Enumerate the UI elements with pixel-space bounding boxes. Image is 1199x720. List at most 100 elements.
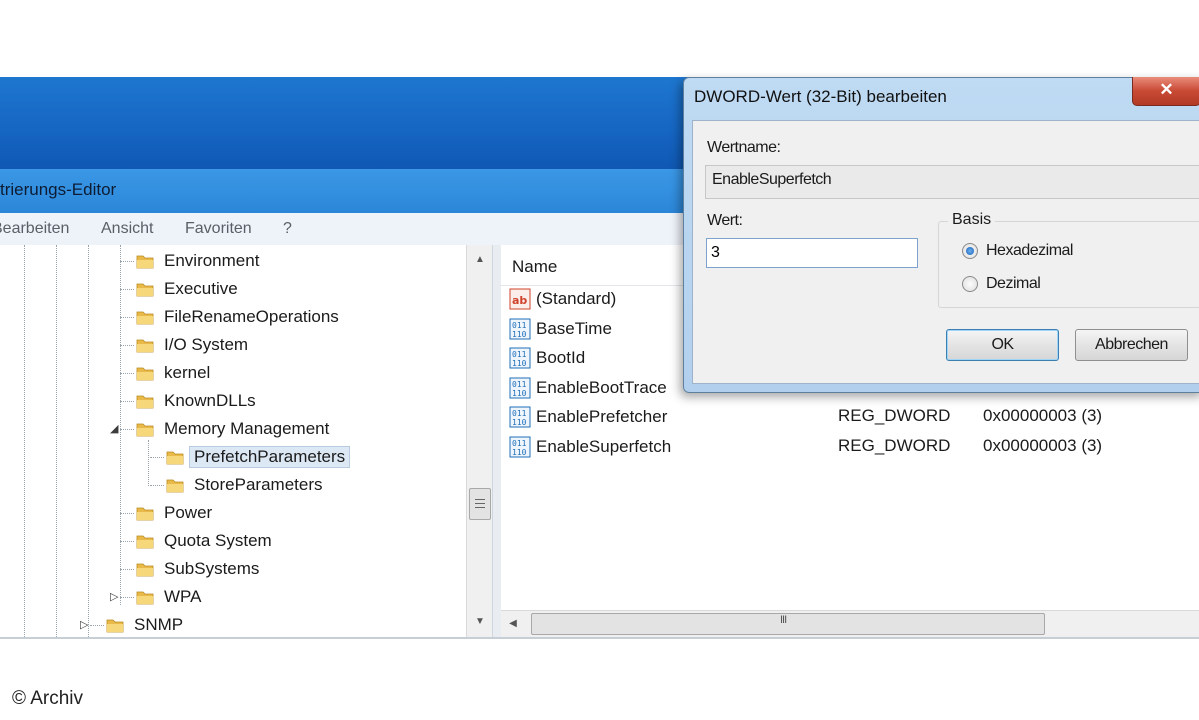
decimal-radio[interactable] bbox=[962, 276, 978, 292]
row-data: 0x00000003 (3) bbox=[983, 436, 1103, 455]
folder-icon bbox=[136, 308, 154, 326]
string-value-icon: ab bbox=[509, 288, 531, 310]
tree-item[interactable]: KnownDLLs bbox=[136, 389, 256, 413]
tree-item-label: SNMP bbox=[134, 615, 184, 634]
tree-connector bbox=[120, 289, 134, 290]
svg-text:011: 011 bbox=[512, 321, 527, 330]
tree-item-label: Memory Management bbox=[164, 419, 330, 438]
ok-button[interactable]: OK bbox=[946, 329, 1059, 361]
dialog-title: DWORD-Wert (32-Bit) bearbeiten bbox=[694, 87, 947, 106]
list-scroll-thumb[interactable] bbox=[531, 613, 1045, 635]
row-name: (Standard) bbox=[536, 289, 617, 308]
menu-ansicht[interactable]: Ansicht bbox=[101, 220, 153, 238]
menu-favoriten[interactable]: Favoriten bbox=[185, 220, 252, 238]
svg-text:ab: ab bbox=[512, 294, 527, 307]
column-header-name[interactable]: Name bbox=[512, 257, 557, 277]
basis-label: Basis bbox=[948, 211, 996, 229]
row-type: REG_DWORD bbox=[838, 406, 951, 425]
tree-item[interactable]: PrefetchParameters bbox=[166, 445, 351, 469]
tree-item-label: Power bbox=[164, 503, 213, 522]
folder-icon bbox=[136, 364, 154, 382]
tree-item-label: PrefetchParameters bbox=[189, 446, 351, 468]
tree-item[interactable]: SNMP bbox=[106, 613, 183, 637]
tree-connector bbox=[120, 401, 134, 402]
tree-item-label: I/O System bbox=[164, 335, 249, 354]
folder-icon bbox=[136, 252, 154, 270]
tree-vertical-scrollbar[interactable]: ▲ ▼ bbox=[466, 245, 493, 637]
list-row[interactable]: ab (Standard) bbox=[509, 286, 616, 312]
tree-connector bbox=[120, 429, 134, 430]
cancel-button[interactable]: Abbrechen bbox=[1075, 329, 1188, 361]
tree-guide bbox=[24, 245, 25, 637]
copyright-caption: © Archiv bbox=[12, 688, 84, 709]
basis-groupbox bbox=[938, 221, 1199, 308]
list-row[interactable]: 011 110 BaseTime bbox=[509, 316, 612, 342]
folder-icon bbox=[136, 336, 154, 354]
tree-item[interactable]: Quota System bbox=[136, 529, 272, 553]
tree-connector bbox=[120, 541, 134, 542]
menu-bearbeiten[interactable]: Bearbeiten bbox=[0, 220, 69, 238]
scroll-up-arrow-icon[interactable]: ▲ bbox=[467, 249, 493, 271]
tree-item[interactable]: Power bbox=[136, 501, 212, 525]
tree-item[interactable]: I/O System bbox=[136, 333, 248, 357]
tree-item[interactable]: Executive bbox=[136, 277, 238, 301]
svg-text:011: 011 bbox=[512, 350, 527, 359]
tree-item-label: Environment bbox=[164, 251, 260, 270]
list-row[interactable]: 011 110 EnableSuperfetch bbox=[509, 434, 671, 460]
expand-arrow-icon[interactable]: ▷ bbox=[80, 618, 88, 631]
svg-text:011: 011 bbox=[512, 439, 527, 448]
dword-value-icon: 011 110 bbox=[509, 318, 531, 340]
row-type: REG_DWORD bbox=[838, 436, 951, 455]
svg-text:110: 110 bbox=[512, 359, 527, 368]
tree-scroll-thumb[interactable] bbox=[469, 488, 491, 520]
svg-text:110: 110 bbox=[512, 389, 527, 398]
tree-connector bbox=[120, 261, 134, 262]
tree-connector bbox=[120, 569, 134, 570]
scroll-left-arrow-icon[interactable]: ◀ bbox=[503, 613, 523, 635]
expand-arrow-icon[interactable]: ▷ bbox=[110, 590, 118, 603]
dword-value-icon: 011 110 bbox=[509, 347, 531, 369]
list-row[interactable]: 011 110 EnablePrefetcher bbox=[509, 404, 667, 430]
scroll-down-arrow-icon[interactable]: ▼ bbox=[467, 611, 493, 633]
dword-value-icon: 011 110 bbox=[509, 436, 531, 458]
tree-item[interactable]: Environment bbox=[136, 249, 259, 273]
tree-item[interactable]: Memory Management bbox=[136, 417, 329, 441]
tree-item[interactable]: FileRenameOperations bbox=[136, 305, 339, 329]
tree-item[interactable]: SubSystems bbox=[136, 557, 259, 581]
menu-help[interactable]: ? bbox=[283, 220, 292, 238]
tree-guide bbox=[148, 440, 149, 486]
decimal-label[interactable]: Dezimal bbox=[986, 275, 1041, 293]
folder-icon bbox=[166, 448, 184, 466]
hexadecimal-radio[interactable] bbox=[962, 243, 978, 259]
tree-connector bbox=[120, 345, 134, 346]
row-name: BootId bbox=[536, 348, 586, 367]
tree-connector bbox=[120, 317, 134, 318]
tree-item-label: WPA bbox=[164, 587, 202, 606]
value-name-text: EnableSuperfetch bbox=[712, 171, 832, 188]
tree-item[interactable]: StoreParameters bbox=[166, 473, 323, 497]
tree-guide bbox=[120, 245, 121, 605]
window-bottom-border bbox=[0, 637, 1199, 639]
tree-item[interactable]: WPA bbox=[136, 585, 201, 609]
value-data-input[interactable] bbox=[706, 238, 918, 268]
row-name: EnableSuperfetch bbox=[536, 437, 672, 456]
svg-text:110: 110 bbox=[512, 448, 527, 457]
tree-item-label: FileRenameOperations bbox=[164, 307, 339, 326]
close-icon[interactable]: ✕ bbox=[1132, 77, 1199, 106]
window-title: trierungs-Editor bbox=[0, 180, 117, 199]
folder-icon bbox=[136, 560, 154, 578]
tree-item-label: Executive bbox=[164, 279, 238, 298]
tree-connector bbox=[150, 485, 164, 486]
collapse-arrow-icon[interactable]: ◢ bbox=[110, 422, 118, 435]
tree-connector bbox=[120, 513, 134, 514]
list-row[interactable]: 011 110 EnableBootTrace bbox=[509, 375, 667, 401]
tree-connector bbox=[150, 457, 164, 458]
tree-item-label: SubSystems bbox=[164, 559, 260, 578]
row-name: EnableBootTrace bbox=[536, 378, 667, 397]
folder-icon bbox=[106, 616, 124, 634]
hexadecimal-label[interactable]: Hexadezimal bbox=[986, 242, 1073, 260]
folder-icon bbox=[136, 420, 154, 438]
tree-item[interactable]: kernel bbox=[136, 361, 210, 385]
list-row[interactable]: 011 110 BootId bbox=[509, 345, 585, 371]
tree-item-label: StoreParameters bbox=[194, 475, 323, 494]
